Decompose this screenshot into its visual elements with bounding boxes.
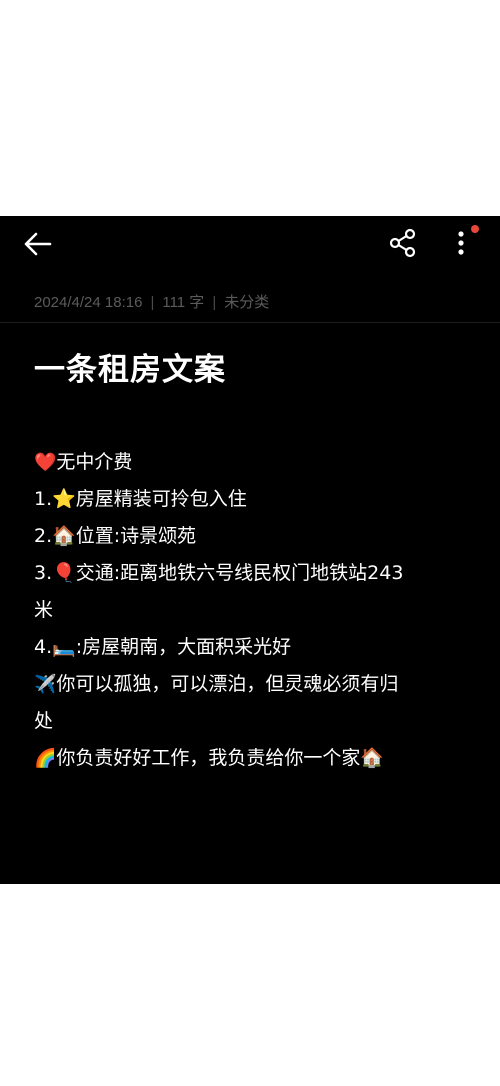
note-line: 4.🛏️:房屋朝南，大面积采光好 xyxy=(34,636,292,658)
note-line: 🌈你负责好好工作，我负责给你一个家🏠 xyxy=(34,740,474,777)
note-body[interactable]: ❤️无中介费 1.⭐房屋精装可拎包入住 2.🏠位置:诗景颂苑 3.🎈交通:距离地… xyxy=(34,444,474,777)
note-title[interactable]: 一条租房文案 xyxy=(34,344,226,389)
note-meta: 2024/4/24 18:16 | 111 字 | 未分类 xyxy=(34,291,269,312)
notification-dot xyxy=(471,225,479,233)
rainbow-emoji: 🌈 xyxy=(34,748,57,769)
note-line: ❤️无中介费 xyxy=(34,444,474,481)
note-line: ✈️你可以孤独，可以漂泊，但灵魂必须有归 xyxy=(34,666,474,703)
divider xyxy=(0,322,500,323)
share-button[interactable] xyxy=(386,226,420,260)
meta-separator: | xyxy=(212,294,217,311)
meta-separator: | xyxy=(150,294,155,311)
note-line-text: 你可以孤独，可以漂泊，但灵魂必须有归 xyxy=(56,673,399,695)
note-word-count: 111 字 xyxy=(162,294,205,311)
note-line-text: 无中介费 xyxy=(56,451,133,473)
arrow-left-icon xyxy=(24,232,52,256)
note-line: 2.🏠位置:诗景颂苑 xyxy=(34,525,197,547)
note-datetime: 2024/4/24 18:16 xyxy=(34,294,143,311)
heart-emoji: ❤️ xyxy=(34,452,57,473)
share-icon xyxy=(389,228,416,258)
airplane-emoji: ✈️ xyxy=(34,674,57,695)
note-line: 处 xyxy=(34,710,54,732)
note-line-text: 你负责好好工作，我负责给你一个家🏠 xyxy=(56,747,385,769)
note-line: 米 xyxy=(34,599,54,621)
top-toolbar xyxy=(0,216,500,272)
note-line: 1.⭐房屋精装可拎包入住 xyxy=(34,488,247,510)
note-screen: 2024/4/24 18:16 | 111 字 | 未分类 一条租房文案 ❤️无中介费 … xyxy=(0,216,500,884)
note-category[interactable]: 未分类 xyxy=(224,294,269,311)
back-button[interactable] xyxy=(20,228,56,260)
note-line: 3.🎈交通:距离地铁六号线民权门地铁站243 xyxy=(34,562,404,584)
